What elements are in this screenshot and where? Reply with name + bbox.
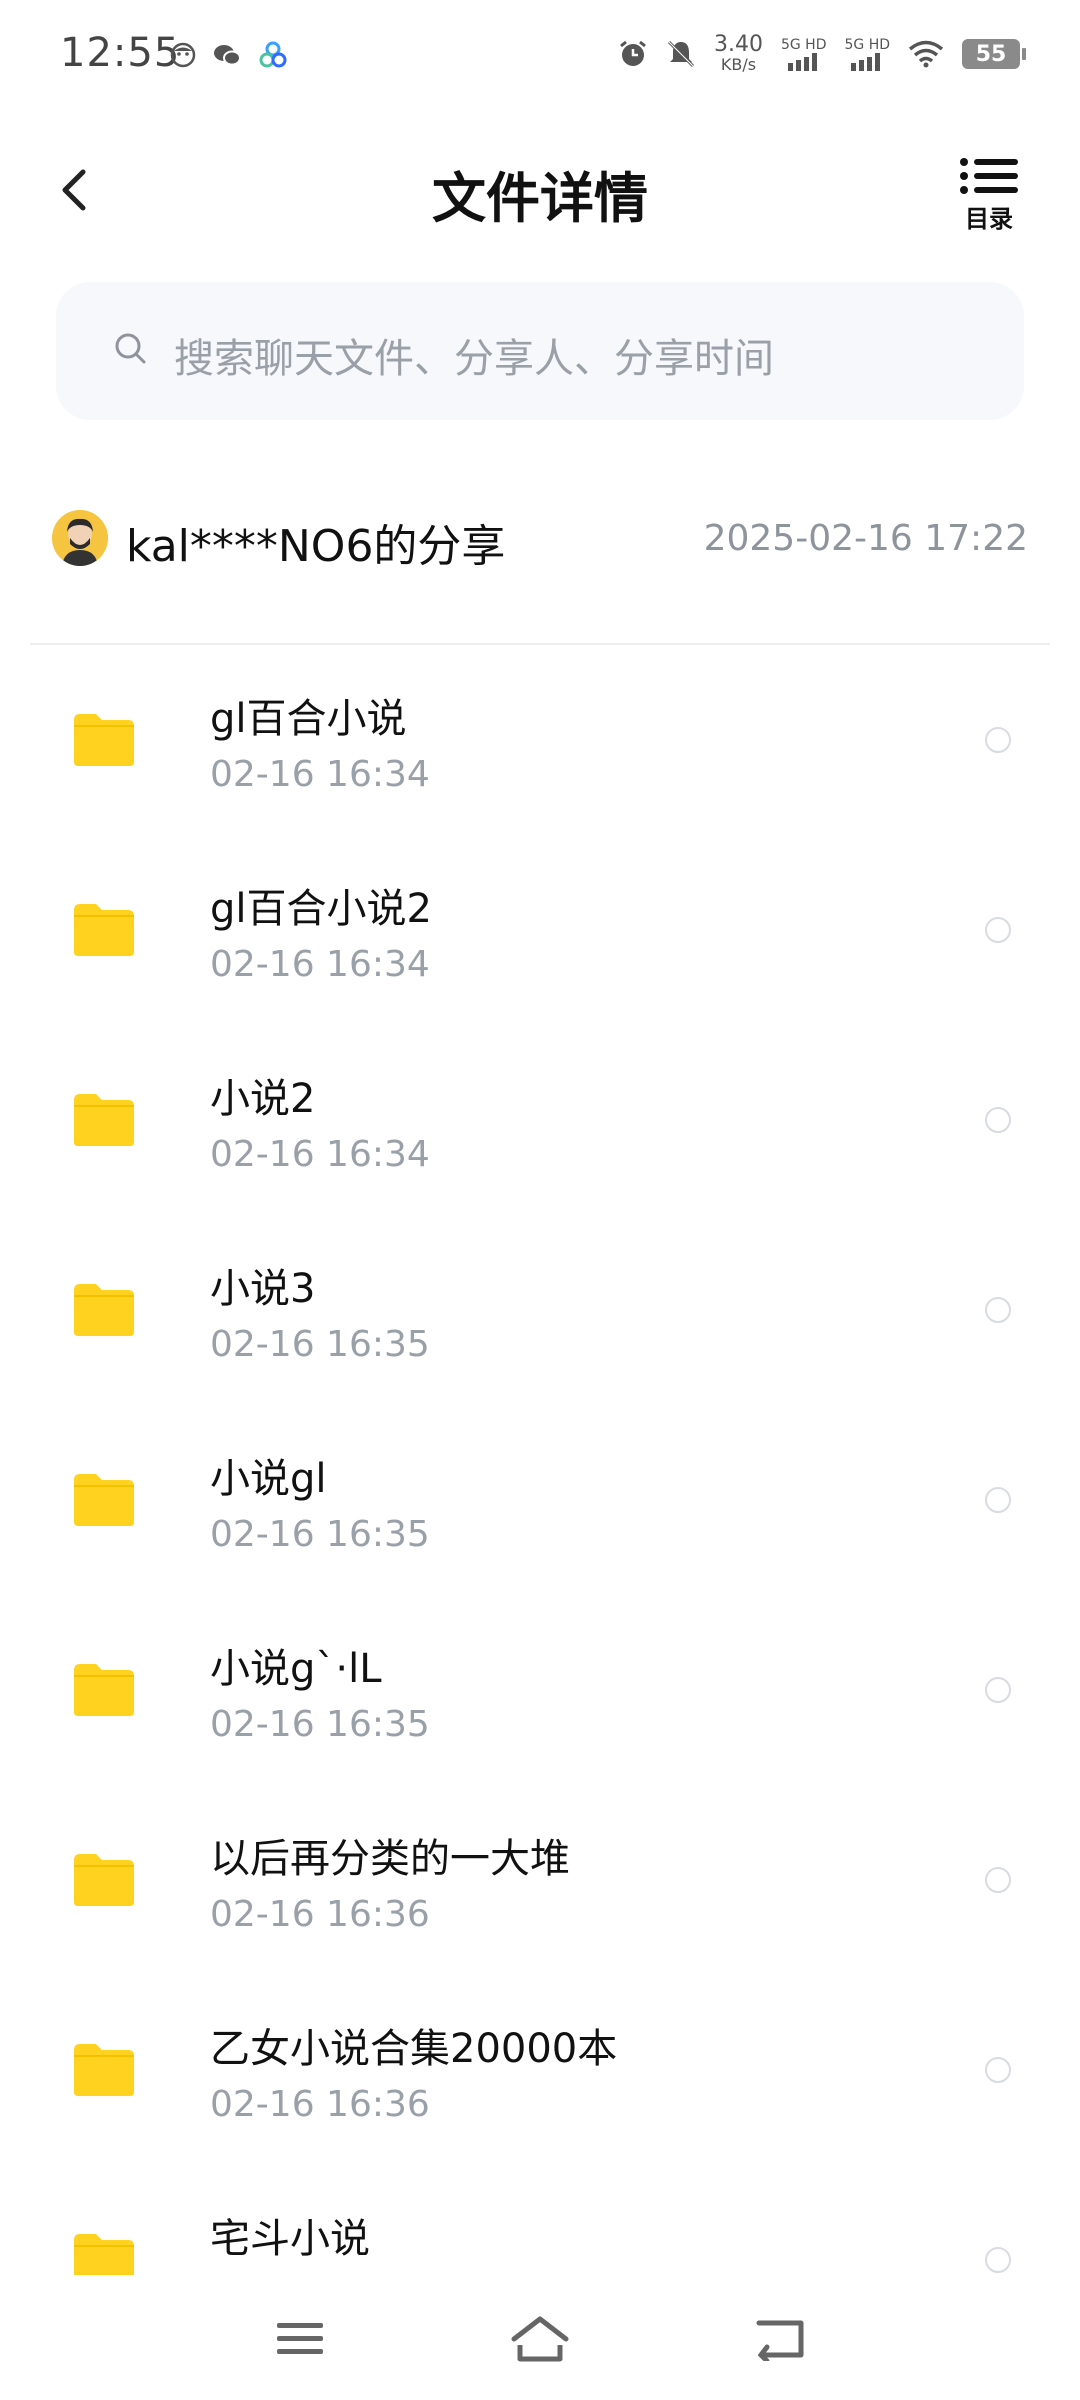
list-icon: [960, 158, 1018, 194]
folder-icon: [74, 1284, 134, 1336]
file-name: 小说g`·lL: [210, 1646, 382, 1692]
file-time: 02-16 16:36: [210, 1894, 430, 1935]
folder-icon: [74, 904, 134, 956]
face-icon: [170, 42, 196, 68]
file-time: 02-16 16:35: [210, 1704, 430, 1745]
return-icon: [756, 2320, 804, 2361]
nav-menu-button[interactable]: [260, 2304, 340, 2374]
menu-icon: [277, 2323, 323, 2354]
search-input[interactable]: 搜索聊天文件、分享人、分享时间: [56, 282, 1024, 420]
list-item[interactable]: gl百合小说 02-16 16:34: [0, 660, 1080, 850]
select-radio[interactable]: [985, 1487, 1011, 1513]
folder-icon: [74, 1664, 134, 1716]
file-time: 02-16 16:36: [210, 2084, 430, 2125]
mute-icon: [667, 40, 695, 68]
toc-label: 目录: [965, 205, 1013, 233]
signal-sim2: 5G HD: [844, 37, 890, 71]
list-item[interactable]: 小说gl 02-16 16:35: [0, 1420, 1080, 1610]
status-time: 12:55: [60, 30, 181, 76]
select-radio[interactable]: [985, 1297, 1011, 1323]
file-time: 02-16 16:34: [210, 1134, 430, 1175]
folder-icon: [74, 2044, 134, 2096]
file-time: 02-16 16:34: [210, 754, 430, 795]
app-icon: [259, 41, 287, 68]
folder-icon: [74, 1474, 134, 1526]
list-item[interactable]: 小说2 02-16 16:34: [0, 1040, 1080, 1230]
sim1-label: 5G HD: [780, 37, 827, 53]
select-radio[interactable]: [985, 1867, 1011, 1893]
status-bar: 12:55 3.40 KB/s 5G HD 5G HD 55: [0, 0, 1080, 120]
list-item[interactable]: 乙女小说合集20000本 02-16 16:36: [0, 1990, 1080, 2180]
avatar[interactable]: [52, 510, 108, 566]
file-time: 02-16 16:35: [210, 1324, 430, 1365]
search-placeholder: 搜索聊天文件、分享人、分享时间: [174, 336, 774, 382]
file-name: gl百合小说2: [210, 886, 432, 932]
alarm-icon: [620, 40, 646, 66]
share-owner-name: kal****NO6的分享: [126, 521, 506, 572]
select-radio[interactable]: [985, 917, 1011, 943]
home-icon: [511, 2316, 569, 2362]
file-name: 以后再分类的一大堆: [210, 1836, 570, 1882]
file-name: 小说gl: [210, 1456, 327, 1502]
signal-bars-icon: [851, 53, 881, 71]
net-speed-value: 3.40: [713, 32, 763, 57]
list-item[interactable]: 以后再分类的一大堆 02-16 16:36: [0, 1800, 1080, 1990]
select-radio[interactable]: [985, 1107, 1011, 1133]
folder-icon: [74, 1854, 134, 1906]
select-radio[interactable]: [985, 2057, 1011, 2083]
file-name: 小说2: [210, 1076, 316, 1122]
file-name: gl百合小说: [210, 696, 407, 742]
select-radio[interactable]: [985, 2247, 1011, 2273]
net-speed-unit: KB/s: [720, 55, 757, 74]
notification-icons: [170, 40, 288, 70]
file-name: 宅斗小说: [210, 2216, 370, 2262]
nav-back-button[interactable]: [740, 2304, 820, 2374]
nav-home-button[interactable]: [500, 2304, 580, 2374]
wechat-icon: [214, 45, 241, 66]
share-time: 2025-02-16 17:22: [703, 518, 1028, 559]
user-avatar-icon: [52, 510, 108, 566]
file-name: 乙女小说合集20000本: [210, 2026, 618, 2072]
battery-indicator: 55: [962, 39, 1026, 69]
folder-icon: [74, 714, 134, 766]
list-item[interactable]: gl百合小说2 02-16 16:34: [0, 850, 1080, 1040]
list-item[interactable]: 小说g`·lL 02-16 16:35: [0, 1610, 1080, 1800]
share-info: kal****NO6的分享 2025-02-16 17:22: [52, 502, 1028, 574]
list-item[interactable]: 宅斗小说: [0, 2180, 1080, 2275]
system-nav-bar: [0, 2280, 1080, 2400]
page-title: 文件详情: [432, 167, 648, 230]
network-speed: 3.40 KB/s: [714, 34, 763, 74]
header: 文件详情 目录: [0, 130, 1080, 250]
list-item[interactable]: 小说3 02-16 16:35: [0, 1230, 1080, 1420]
toc-button[interactable]: 目录: [954, 154, 1024, 234]
folder-icon: [74, 1094, 134, 1146]
folder-icon: [74, 2234, 134, 2275]
search-icon: [115, 333, 146, 364]
system-icons: 3.40 KB/s 5G HD 5G HD 55: [618, 34, 1026, 74]
file-time: 02-16 16:34: [210, 944, 430, 985]
sim2-label: 5G HD: [844, 37, 890, 53]
divider: [30, 643, 1050, 645]
select-radio[interactable]: [985, 727, 1011, 753]
signal-bars-icon: [787, 53, 817, 71]
select-radio[interactable]: [985, 1677, 1011, 1703]
file-list: gl百合小说 02-16 16:34 gl百合小说2 02-16 16:34 小…: [0, 660, 1080, 2275]
file-name: 小说3: [210, 1266, 316, 1312]
signal-sim1: 5G HD: [780, 37, 827, 71]
wifi-icon: [908, 40, 944, 68]
file-time: 02-16 16:35: [210, 1514, 430, 1555]
